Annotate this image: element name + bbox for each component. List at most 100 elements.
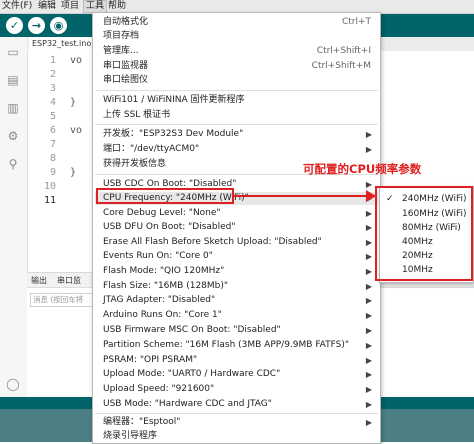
current-line-number: 11 <box>43 195 56 206</box>
menu-item-label: 串口绘图仪 <box>103 75 149 85</box>
submenu-arrow-icon: ▶ <box>365 223 372 232</box>
submenu-arrow-icon: ▶ <box>365 282 372 291</box>
debug-icon[interactable]: ⚙ <box>6 129 20 143</box>
tab-serial-monitor[interactable]: 串口监 <box>57 275 81 286</box>
submenu-arrow-icon: ▶ <box>365 400 372 409</box>
code-fragment[interactable]: } <box>70 97 76 108</box>
menu-item-label: PSRAM: "OPI PSRAM" <box>103 355 198 365</box>
menu-item-jtag-adapter[interactable]: JTAG Adapter: "Disabled" ▶ <box>103 295 375 306</box>
menu-item-burn-bootloader[interactable]: 烧录引导程序 <box>103 431 375 442</box>
folder-icon[interactable]: ▭ <box>6 45 20 59</box>
profile-icon[interactable]: ◯ <box>6 377 20 391</box>
menu-item-label: Flash Size: "16MB (128Mb)" <box>103 281 229 291</box>
menu-item-partition-scheme[interactable]: Partition Scheme: "16M Flash (3MB APP/9.… <box>103 340 375 351</box>
line-number: 3 <box>49 83 56 94</box>
menu-item-label: 上传 SSL 根证书 <box>103 110 171 120</box>
menu-item-shortcut: Ctrl+Shift+M <box>311 61 371 71</box>
submenu-arrow-icon: ▶ <box>365 311 372 320</box>
menu-item-usb-mode[interactable]: USB Mode: "Hardware CDC and JTAG" ▶ <box>103 399 375 410</box>
menu-item-label: Arduino Runs On: "Core 1" <box>103 310 222 320</box>
search-icon[interactable]: ⚲ <box>6 157 20 171</box>
menu-item-events-run-on[interactable]: Events Run On: "Core 0" ▶ <box>103 251 375 262</box>
line-number: 10 <box>43 181 56 192</box>
menu-help[interactable]: 帮助 <box>108 1 126 12</box>
submenu-arrow-icon: ▶ <box>365 341 372 350</box>
menu-item-flash-size[interactable]: Flash Size: "16MB (128Mb)" ▶ <box>103 281 375 292</box>
menu-item-label: 编程器："Esptool" <box>103 417 181 427</box>
menu-item-port[interactable]: 端口："/dev/ttyACM0" ▶ <box>103 144 375 155</box>
menu-item-manage-libraries[interactable]: 管理库... Ctrl+Shift+I <box>103 46 375 57</box>
menu-item-upload-mode[interactable]: Upload Mode: "UART0 / Hardware CDC" ▶ <box>103 369 375 380</box>
menu-item-upload-ssl-cert[interactable]: 上传 SSL 根证书 <box>103 110 375 121</box>
line-number: 9 <box>49 167 56 178</box>
menu-item-arduino-runs-on[interactable]: Arduino Runs On: "Core 1" ▶ <box>103 310 375 321</box>
menu-item-label: 烧录引导程序 <box>103 431 158 441</box>
menu-item-serial-monitor[interactable]: 串口监视器 Ctrl+Shift+M <box>103 61 375 72</box>
menu-item-usb-firmware-msc[interactable]: USB Firmware MSC On Boot: "Disabled" ▶ <box>103 325 375 336</box>
menu-item-shortcut: Ctrl+Shift+I <box>316 46 371 56</box>
code-fragment[interactable]: } <box>70 167 76 178</box>
verify-button[interactable]: ✓ <box>6 17 23 34</box>
menu-item-label: Partition Scheme: "16M Flash (3MB APP/9.… <box>103 340 350 350</box>
submenu-arrow-icon: ▶ <box>365 180 372 189</box>
menu-sketch[interactable]: 项目 <box>61 1 79 12</box>
submenu-arrow-icon: ▶ <box>365 370 372 379</box>
line-number-gutter: 1 2 3 4 5 6 7 8 9 10 11 <box>28 52 62 272</box>
menu-item-archive-sketch[interactable]: 项目存档 <box>103 31 375 42</box>
menu-item-usb-dfu-on-boot[interactable]: USB DFU On Boot: "Disabled" ▶ <box>103 222 375 233</box>
annotation-text: 可配置的CPU频率参数 <box>303 162 422 176</box>
menu-separator <box>95 124 378 125</box>
menu-item-board[interactable]: 开发板："ESP32S3 Dev Module" ▶ <box>103 129 375 140</box>
menu-item-label: Erase All Flash Before Sketch Upload: "D… <box>103 237 322 247</box>
library-icon[interactable]: ▥ <box>6 101 20 115</box>
menu-item-label: Upload Mode: "UART0 / Hardware CDC" <box>103 369 281 379</box>
file-tab[interactable]: ESP32_test.ino <box>29 37 96 51</box>
left-sidebar: ▭ ▤ ▥ ⚙ ⚲ ◯ <box>0 37 28 397</box>
menu-item-psram[interactable]: PSRAM: "OPI PSRAM" ▶ <box>103 355 375 366</box>
debug-button[interactable]: ◉ <box>50 17 67 34</box>
upload-button[interactable]: → <box>28 17 45 34</box>
menu-item-erase-all-flash[interactable]: Erase All Flash Before Sketch Upload: "D… <box>103 237 375 248</box>
tools-dropdown-menu: 自动格式化 Ctrl+T 项目存档 管理库... Ctrl+Shift+I 串口… <box>92 12 381 444</box>
menu-item-upload-speed[interactable]: Upload Speed: "921600" ▶ <box>103 384 375 395</box>
menu-item-wifi-firmware-updater[interactable]: WiFi101 / WiFiNINA 固件更新程序 <box>103 95 375 106</box>
submenu-arrow-icon: ▶ <box>365 326 372 335</box>
line-number: 5 <box>49 111 56 122</box>
menu-item-shortcut: Ctrl+T <box>341 17 371 27</box>
line-number: 4 <box>49 97 56 108</box>
menu-item-label: JTAG Adapter: "Disabled" <box>103 295 216 305</box>
menu-item-programmer[interactable]: 编程器："Esptool" ▶ <box>103 417 375 428</box>
menu-item-label: 开发板："ESP32S3 Dev Module" <box>103 129 244 139</box>
submenu-arrow-icon: ▶ <box>365 252 372 261</box>
menu-item-label: USB Mode: "Hardware CDC and JTAG" <box>103 399 272 409</box>
submenu-arrow-icon: ▶ <box>365 238 372 247</box>
submenu-arrow-icon: ▶ <box>365 209 372 218</box>
line-number: 6 <box>49 125 56 136</box>
menu-item-label: 串口监视器 <box>103 61 149 71</box>
code-fragment[interactable]: vo <box>70 125 82 136</box>
menu-item-label: 获得开发板信息 <box>103 159 167 169</box>
submenu-arrow-icon: ▶ <box>365 145 372 154</box>
menu-item-label: 自动格式化 <box>103 17 149 27</box>
menu-item-label: WiFi101 / WiFiNINA 固件更新程序 <box>103 95 245 105</box>
menu-item-label: Core Debug Level: "None" <box>103 208 221 218</box>
tab-output[interactable]: 输出 <box>31 275 47 286</box>
menu-item-flash-mode[interactable]: Flash Mode: "QIO 120MHz" ▶ <box>103 266 375 277</box>
submenu-highlight-box <box>375 186 473 281</box>
annotation-arrow-line <box>234 195 375 197</box>
menu-item-auto-format[interactable]: 自动格式化 Ctrl+T <box>103 17 375 28</box>
annotation-arrow-icon <box>366 190 376 202</box>
menu-file[interactable]: 文件(F) <box>2 1 32 12</box>
line-number: 1 <box>49 55 56 66</box>
board-manager-icon[interactable]: ▤ <box>6 73 20 87</box>
menu-item-serial-plotter[interactable]: 串口绘图仪 <box>103 75 375 86</box>
line-number: 7 <box>49 139 56 150</box>
code-fragment[interactable]: vo <box>70 55 82 66</box>
menu-separator <box>95 90 378 91</box>
submenu-arrow-icon: ▶ <box>365 296 372 305</box>
menu-item-label: 项目存档 <box>103 31 140 41</box>
menu-edit[interactable]: 编辑 <box>38 1 56 12</box>
menu-item-core-debug-level[interactable]: Core Debug Level: "None" ▶ <box>103 208 375 219</box>
menu-separator <box>95 413 378 414</box>
menu-item-label: Events Run On: "Core 0" <box>103 251 213 261</box>
